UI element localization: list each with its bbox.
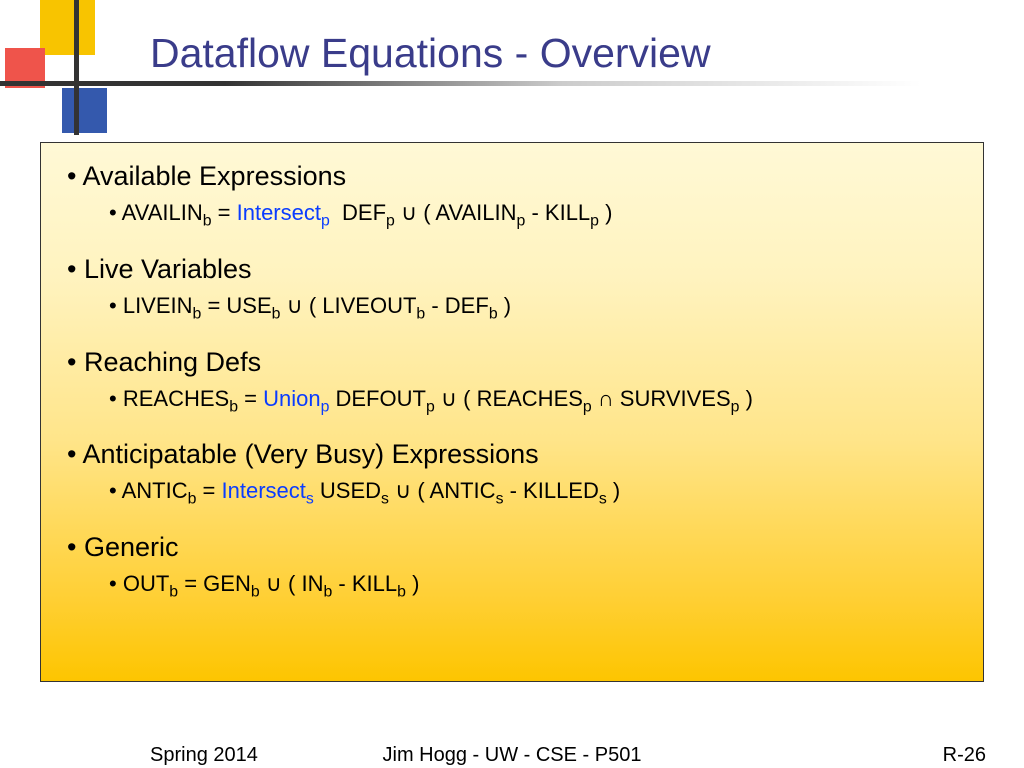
equation: REACHESb = Unionp DEFOUTp ∪ ( REACHESp ∩… (109, 384, 957, 418)
list-item: Live Variables LIVEINb = USEb ∪ ( LIVEOU… (67, 254, 957, 325)
list-item: Available Expressions AVAILINb = Interse… (67, 161, 957, 232)
slide-logo (0, 0, 130, 130)
slide: Dataflow Equations - Overview Available … (0, 0, 1024, 768)
item-heading: Anticipatable (Very Busy) Expressions (82, 439, 538, 469)
operator: Intersectp (237, 200, 330, 225)
item-heading: Live Variables (84, 254, 252, 284)
list-item: Generic OUTb = GENb ∪ ( INb - KILLb ) (67, 532, 957, 603)
logo-horizontal-line (0, 81, 1024, 86)
equation: ANTICb = Intersects USEDs ∪ ( ANTICs - K… (109, 476, 957, 510)
list-item: Reaching Defs REACHESb = Unionp DEFOUTp … (67, 347, 957, 418)
footer-center: Jim Hogg - UW - CSE - P501 (0, 744, 1024, 767)
logo-square-yellow (40, 0, 95, 55)
equation: OUTb = GENb ∪ ( INb - KILLb ) (109, 569, 957, 603)
equation: LIVEINb = USEb ∪ ( LIVEOUTb - DEFb ) (109, 291, 957, 325)
item-heading: Reaching Defs (84, 347, 261, 377)
slide-title: Dataflow Equations - Overview (150, 30, 711, 77)
equation: AVAILINb = Intersectp DEFp ∪ ( AVAILINp … (109, 198, 957, 232)
equation-list: Available Expressions AVAILINb = Interse… (67, 161, 957, 603)
list-item: Anticipatable (Very Busy) Expressions AN… (67, 439, 957, 510)
logo-vertical-line (74, 0, 79, 135)
logo-square-blue (62, 88, 107, 133)
footer-right: R-26 (943, 744, 986, 767)
item-heading: Available Expressions (82, 161, 346, 191)
operator: Unionp (263, 386, 329, 411)
item-heading: Generic (84, 532, 179, 562)
operator: Intersects (222, 478, 314, 503)
content-box: Available Expressions AVAILINb = Interse… (40, 142, 984, 682)
